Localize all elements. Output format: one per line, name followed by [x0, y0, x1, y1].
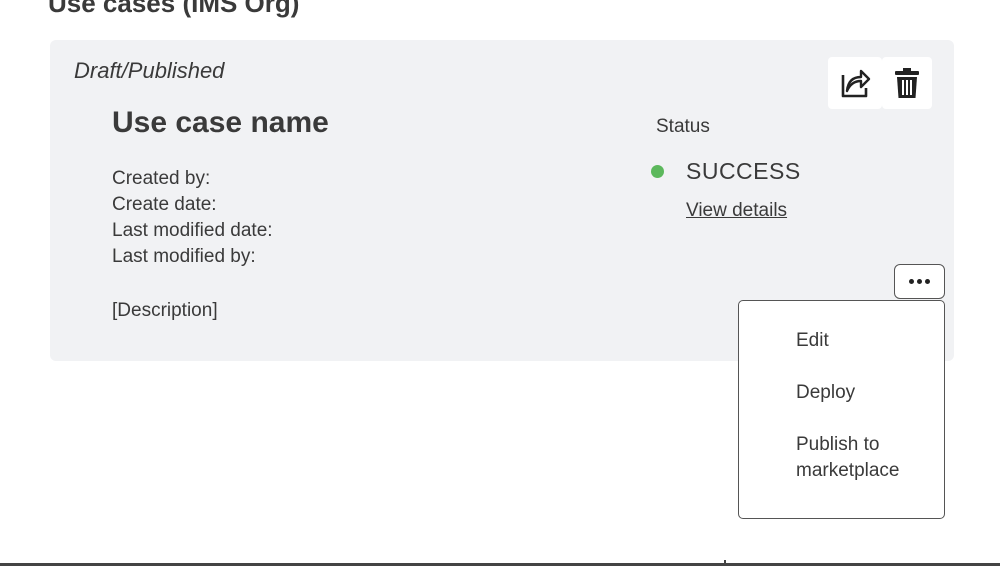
more-horizontal-icon: [909, 279, 914, 284]
menu-item-edit[interactable]: Edit: [796, 328, 829, 354]
view-details-link[interactable]: View details: [686, 200, 787, 222]
divider: [0, 563, 1000, 566]
divider-tick: [724, 560, 726, 564]
last-modified-date-label: Last modified date:: [112, 220, 273, 241]
more-actions-button[interactable]: [894, 264, 945, 299]
page-title: Use cases (IMS Org): [48, 0, 300, 18]
actions-menu: Edit Deploy Publish to marketplace: [738, 300, 945, 519]
last-modified-by-label: Last modified by:: [112, 246, 256, 267]
state-label: Draft/Published: [74, 58, 225, 83]
menu-item-deploy[interactable]: Deploy: [796, 380, 855, 406]
status-value: SUCCESS: [686, 158, 801, 184]
share-icon: [841, 69, 871, 98]
status-heading: Status: [656, 116, 710, 137]
use-case-name: Use case name: [112, 106, 329, 139]
status-indicator-dot: [651, 165, 664, 178]
menu-item-publish-to-marketplace[interactable]: Publish to marketplace: [796, 432, 926, 484]
trash-icon: [895, 68, 919, 98]
description: [Description]: [112, 300, 218, 321]
create-date-label: Create date:: [112, 194, 217, 215]
share-button[interactable]: [828, 57, 882, 109]
created-by-label: Created by:: [112, 168, 211, 189]
metadata-list: Created by: Create date: Last modified d…: [112, 166, 273, 270]
delete-button[interactable]: [882, 57, 932, 109]
